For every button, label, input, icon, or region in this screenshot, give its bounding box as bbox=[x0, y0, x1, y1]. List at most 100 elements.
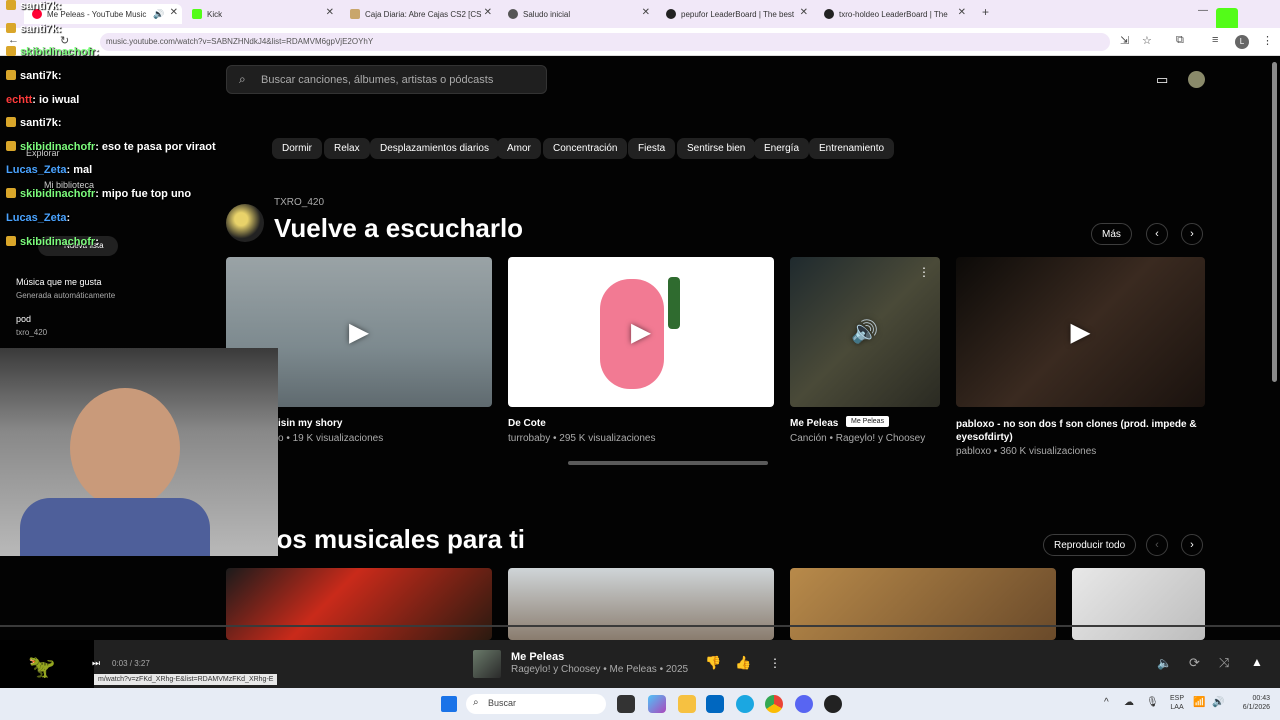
now-playing-title[interactable]: Me Peleas bbox=[511, 651, 564, 663]
horizontal-scrollbar[interactable] bbox=[568, 461, 768, 465]
edge-icon[interactable] bbox=[736, 695, 754, 713]
card-title[interactable]: pabloxo - no son dos f son clones (prod.… bbox=[956, 418, 1206, 444]
obs-icon[interactable] bbox=[824, 695, 842, 713]
language-indicator[interactable]: ESP LAA bbox=[1170, 694, 1184, 712]
chat-text: : bbox=[66, 212, 71, 224]
chevron-up-icon[interactable]: ^ bbox=[1104, 697, 1109, 708]
bookmark-star-icon[interactable]: ☆ bbox=[1142, 34, 1152, 47]
close-icon[interactable]: ✕ bbox=[958, 7, 966, 18]
address-bar[interactable]: music.youtube.com/watch?v=SABNZHNdkJ4&li… bbox=[100, 33, 1110, 51]
clock[interactable]: 00:43 6/1/2026 bbox=[1228, 694, 1270, 712]
playlist-liked-title[interactable]: Música que me gusta bbox=[16, 277, 102, 287]
card-thumbnail[interactable]: ▶ bbox=[956, 257, 1205, 407]
back-icon[interactable]: ← bbox=[8, 34, 19, 46]
clock-time: 00:43 bbox=[1252, 695, 1270, 702]
like-icon[interactable]: 👍 bbox=[735, 655, 751, 671]
close-icon[interactable]: ✕ bbox=[170, 7, 178, 18]
chevron-right-icon[interactable]: › bbox=[1181, 223, 1203, 245]
close-icon[interactable]: ✕ bbox=[484, 7, 492, 18]
profile-avatar[interactable]: L bbox=[1235, 35, 1249, 49]
speaker-icon[interactable]: 🔊 bbox=[153, 9, 164, 20]
chip-energia[interactable]: Energía bbox=[754, 138, 810, 159]
card-thumbnail[interactable]: ▶ bbox=[508, 257, 774, 407]
tab-label: Kick bbox=[207, 9, 223, 19]
card-title[interactable]: isin my shory bbox=[278, 418, 342, 429]
video-thumbnail[interactable] bbox=[508, 568, 774, 640]
copilot-icon[interactable] bbox=[648, 695, 666, 713]
chat-message: santi7k: bbox=[6, 117, 62, 129]
minimize-icon[interactable]: — bbox=[1198, 5, 1208, 16]
chevron-right-icon[interactable]: › bbox=[1181, 534, 1203, 556]
card-title[interactable]: De Cote bbox=[508, 418, 546, 429]
account-avatar[interactable] bbox=[1188, 71, 1205, 88]
shuffle-icon[interactable]: ⤨ bbox=[1219, 655, 1229, 671]
chip-dormir[interactable]: Dormir bbox=[272, 138, 322, 159]
speaker-icon[interactable]: 🔊 bbox=[1212, 697, 1224, 708]
install-app-icon[interactable]: ⇲ bbox=[1120, 34, 1129, 47]
chip-concentracion[interactable]: Concentración bbox=[543, 138, 628, 159]
windows-start-icon[interactable] bbox=[441, 696, 457, 712]
more-button[interactable]: Más bbox=[1091, 223, 1132, 245]
expand-icon[interactable]: ▲ bbox=[1251, 655, 1263, 669]
chatgpt-icon bbox=[508, 9, 518, 19]
chip-amor[interactable]: Amor bbox=[497, 138, 541, 159]
file-explorer-icon[interactable] bbox=[678, 695, 696, 713]
store-icon[interactable] bbox=[706, 695, 724, 713]
menu-kebab-icon[interactable]: ⋮ bbox=[769, 656, 781, 670]
play-icon[interactable]: ▶ bbox=[1071, 317, 1091, 348]
next-icon[interactable]: ⏭ bbox=[92, 658, 100, 669]
extensions-icon[interactable]: ⧉ bbox=[1176, 34, 1184, 47]
discord-icon[interactable] bbox=[795, 695, 813, 713]
search-input[interactable]: ⌕ Buscar canciones, álbumes, artistas o … bbox=[226, 65, 547, 94]
chip-sentirse-bien[interactable]: Sentirse bien bbox=[677, 138, 756, 159]
chat-user: skibidinachofr bbox=[20, 236, 96, 248]
menu-kebab-icon[interactable]: ⋮ bbox=[1262, 34, 1273, 47]
volume-icon[interactable]: 🔈 bbox=[1157, 656, 1172, 670]
dino-logo-icon: 🦖 bbox=[28, 654, 56, 679]
tab-pepufor-leaderboard[interactable]: pepufor LeaderBoard | The best ✕ bbox=[660, 4, 812, 24]
chip-relax[interactable]: Relax bbox=[324, 138, 370, 159]
chrome-icon[interactable] bbox=[765, 695, 783, 713]
close-icon[interactable]: ✕ bbox=[642, 7, 650, 18]
chip-desplazamientos[interactable]: Desplazamientos diarios bbox=[370, 138, 499, 159]
wifi-icon[interactable]: 📶 bbox=[1193, 697, 1205, 708]
chevron-left-icon[interactable]: ‹ bbox=[1146, 534, 1168, 556]
close-icon[interactable]: ✕ bbox=[326, 7, 334, 18]
tab-saludo-inicial[interactable]: Saludo inicial ✕ bbox=[502, 4, 654, 24]
now-playing-thumbnail[interactable] bbox=[473, 650, 501, 678]
tab-label: txro-holdeo LeaderBoard | The bbox=[839, 9, 948, 19]
card-thumbnail[interactable]: 🔊 ⋮ bbox=[790, 257, 940, 407]
tab-caja-diaria[interactable]: Caja Diaria: Abre Cajas CS2 [CS ✕ bbox=[344, 4, 496, 24]
chat-text: : bbox=[95, 236, 99, 248]
reading-list-icon[interactable]: ≡ bbox=[1212, 34, 1218, 46]
video-thumbnail[interactable] bbox=[226, 568, 492, 640]
video-thumbnail[interactable] bbox=[790, 568, 1056, 640]
repeat-icon[interactable]: ⟳ bbox=[1189, 655, 1200, 671]
new-tab-button[interactable]: + bbox=[982, 5, 989, 19]
microphone-icon[interactable]: 🎙 bbox=[1146, 697, 1159, 708]
play-icon[interactable]: ▶ bbox=[631, 317, 651, 348]
tab-txro-leaderboard[interactable]: txro-holdeo LeaderBoard | The ✕ bbox=[818, 4, 970, 24]
dislike-icon[interactable]: 👎 bbox=[705, 655, 721, 671]
volume-icon[interactable]: 🔊 bbox=[851, 319, 878, 345]
chat-text: : io iwual bbox=[32, 94, 80, 106]
chevron-left-icon[interactable]: ‹ bbox=[1146, 223, 1168, 245]
cast-icon[interactable]: ▭ bbox=[1156, 72, 1168, 88]
cloud-icon[interactable]: ☁ bbox=[1124, 697, 1134, 708]
vertical-scrollbar[interactable] bbox=[1272, 62, 1277, 382]
chip-entrenamiento[interactable]: Entrenamiento bbox=[809, 138, 895, 159]
owner-avatar[interactable] bbox=[226, 204, 264, 242]
card-title[interactable]: Me Peleas bbox=[790, 418, 838, 429]
task-view-icon[interactable] bbox=[617, 695, 635, 713]
progress-track[interactable] bbox=[0, 625, 1280, 627]
menu-kebab-icon[interactable]: ⋮ bbox=[918, 265, 930, 279]
streamer-face-image bbox=[70, 388, 180, 508]
close-icon[interactable]: ✕ bbox=[800, 7, 808, 18]
taskbar-search[interactable]: ⌕ Buscar bbox=[466, 694, 606, 714]
chip-fiesta[interactable]: Fiesta bbox=[628, 138, 676, 159]
play-all-button[interactable]: Reproducir todo bbox=[1043, 534, 1137, 556]
tab-kick[interactable]: Kick ✕ bbox=[186, 4, 338, 24]
video-thumbnail[interactable] bbox=[1072, 568, 1205, 640]
playlist-pod-title[interactable]: pod bbox=[16, 314, 31, 324]
play-icon[interactable]: ▶ bbox=[349, 317, 369, 348]
